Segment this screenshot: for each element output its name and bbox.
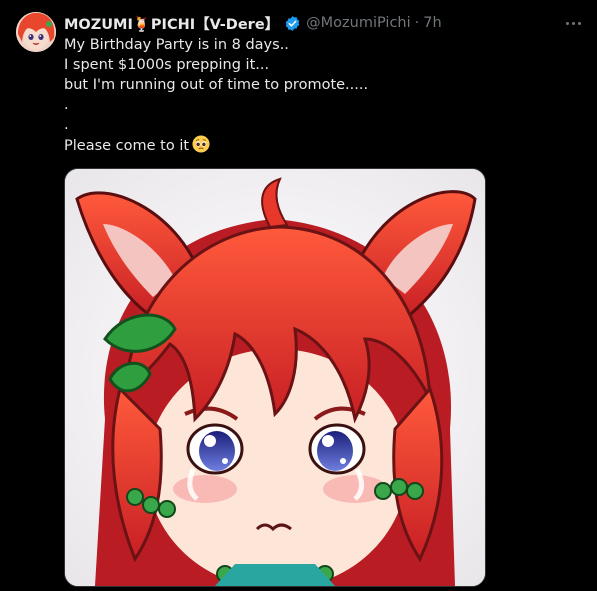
tweet-line: My Birthday Party is in 8 days.. <box>64 37 289 53</box>
tweet-line: . <box>64 97 69 113</box>
tweet-media-image[interactable] <box>64 168 486 587</box>
more-options-icon[interactable] <box>562 13 584 33</box>
separator-dot: · <box>414 15 420 31</box>
verified-badge-icon[interactable] <box>284 15 301 32</box>
tweet-line: I spent $1000s prepping it... <box>64 57 270 73</box>
tweet-line: . <box>64 117 69 133</box>
user-handle[interactable]: @MozumiPichi <box>306 15 410 31</box>
pleading-face-emoji <box>192 135 210 153</box>
tweet-line-last: Please come to it <box>64 135 368 155</box>
timestamp[interactable]: 7h <box>423 15 441 31</box>
avatar[interactable] <box>16 12 56 52</box>
tweet-line: but I'm running out of time to promote..… <box>64 77 369 93</box>
tweet-text: My Birthday Party is in 8 days.. I spent… <box>64 35 368 155</box>
anime-illustration <box>65 169 485 586</box>
tweet-card: MOZUMI🍹PICHI【V-Dere】 @MozumiPichi · 7h M… <box>0 0 597 591</box>
tweet-header: MOZUMI🍹PICHI【V-Dere】 @MozumiPichi · 7h <box>64 13 442 33</box>
tweet-line: Please come to it <box>64 138 190 154</box>
display-name[interactable]: MOZUMI🍹PICHI【V-Dere】 <box>64 13 279 34</box>
avatar-image <box>16 12 56 52</box>
